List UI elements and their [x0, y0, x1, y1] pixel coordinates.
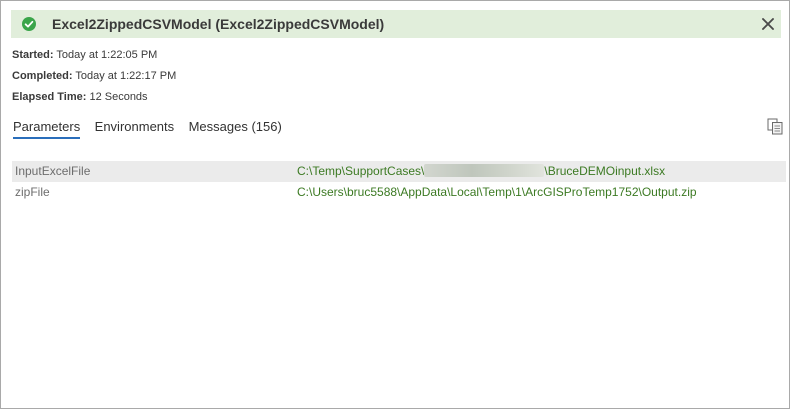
tab-parameters[interactable]: Parameters: [13, 119, 81, 139]
tool-title: Excel2ZippedCSVModel (Excel2ZippedCSVMod…: [52, 16, 385, 32]
table-row: zipFile C:\Users\bruc5588\AppData\Local\…: [12, 182, 786, 203]
param-value-suffix: \BruceDEMOinput.xlsx: [544, 164, 666, 178]
elapsed-label: Elapsed Time:: [12, 91, 87, 103]
started-info: Started: Today at 1:22:05 PM: [12, 49, 157, 61]
completed-label: Completed:: [12, 70, 73, 82]
completed-info: Completed: Today at 1:22:17 PM: [12, 70, 176, 82]
tab-messages[interactable]: Messages (156): [189, 119, 282, 137]
copy-icon[interactable]: [767, 118, 783, 135]
close-icon[interactable]: [761, 17, 775, 31]
redacted-blur: [424, 164, 545, 177]
completed-value: Today at 1:22:17 PM: [75, 70, 177, 82]
tab-environments[interactable]: Environments: [95, 119, 174, 137]
status-header: Excel2ZippedCSVModel (Excel2ZippedCSVMod…: [11, 10, 781, 38]
param-value-prefix: C:\Temp\SupportCases\: [297, 164, 425, 178]
geoprocessing-details-window: Excel2ZippedCSVModel (Excel2ZippedCSVMod…: [0, 0, 790, 409]
details-tabs: Parameters Environments Messages (156): [13, 118, 292, 140]
param-name-zipfile: zipFile: [15, 185, 50, 199]
started-value: Today at 1:22:05 PM: [56, 49, 158, 61]
table-row: InputExcelFile C:\Temp\SupportCases\ \Bru…: [12, 161, 786, 182]
started-label: Started:: [12, 49, 54, 61]
check-circle-icon: [22, 17, 36, 31]
param-name-inputexcelfile: InputExcelFile: [15, 164, 91, 178]
elapsed-info: Elapsed Time: 12 Seconds: [12, 91, 148, 103]
param-value-inputexcelfile[interactable]: C:\Temp\SupportCases\ \BruceDEMOinput.xls…: [297, 164, 665, 178]
elapsed-value: 12 Seconds: [89, 91, 148, 103]
param-value-zipfile[interactable]: C:\Users\bruc5588\AppData\Local\Temp\1\A…: [297, 185, 697, 199]
parameters-table: InputExcelFile C:\Temp\SupportCases\ \Bru…: [12, 161, 786, 203]
